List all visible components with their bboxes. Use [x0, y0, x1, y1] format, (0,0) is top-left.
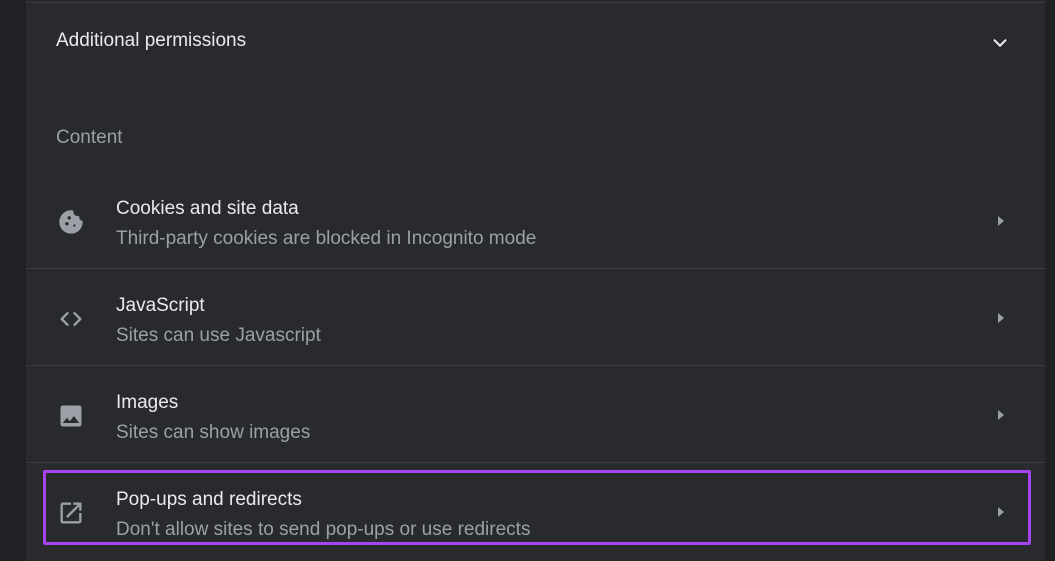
site-settings-card: Additional permissions Content Cookies a… — [26, 0, 1047, 561]
cookies-title: Cookies and site data — [116, 198, 299, 219]
content-section-heading: Content — [56, 127, 123, 148]
images-subtitle: Sites can show images — [116, 422, 311, 443]
cookie-icon — [59, 210, 83, 234]
images-title: Images — [116, 392, 179, 413]
image-icon — [60, 405, 82, 427]
code-icon — [60, 312, 82, 326]
arrow-right-icon — [998, 216, 1004, 226]
card-edge — [1045, 0, 1047, 561]
arrow-right-icon — [998, 313, 1004, 323]
cookies-and-site-data-row[interactable]: Cookies and site data Third-party cookie… — [26, 172, 1045, 269]
popups-and-redirects-row[interactable]: Pop-ups and redirects Don't allow sites … — [26, 463, 1045, 560]
additional-permissions-row[interactable]: Additional permissions — [26, 3, 1045, 77]
javascript-title: JavaScript — [116, 295, 205, 316]
arrow-right-icon — [998, 507, 1004, 517]
additional-permissions-label: Additional permissions — [56, 30, 247, 51]
popups-title: Pop-ups and redirects — [116, 489, 302, 510]
cookies-subtitle: Third-party cookies are blocked in Incog… — [116, 228, 537, 249]
chevron-down-icon[interactable] — [989, 32, 1011, 54]
arrow-right-icon — [998, 410, 1004, 420]
settings-page: Additional permissions Content Cookies a… — [0, 0, 1055, 561]
open-in-new-icon — [60, 502, 82, 524]
javascript-row[interactable]: JavaScript Sites can use Javascript — [26, 269, 1045, 366]
javascript-subtitle: Sites can use Javascript — [116, 325, 321, 346]
popups-subtitle: Don't allow sites to send pop-ups or use… — [116, 519, 531, 540]
images-row[interactable]: Images Sites can show images — [26, 366, 1045, 463]
